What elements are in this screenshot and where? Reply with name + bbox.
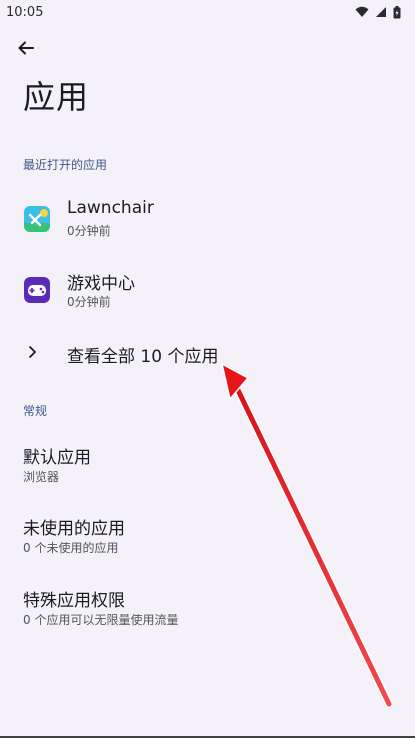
wifi-icon	[355, 6, 369, 17]
app-name: Lawnchair	[67, 198, 154, 218]
general-header: 常规	[23, 404, 48, 418]
app-last-used: 0分钟前	[67, 295, 111, 309]
battery-icon	[393, 5, 401, 18]
item-title: 未使用的应用	[23, 519, 125, 539]
lawnchair-icon	[24, 206, 50, 232]
page-title: 应用	[23, 78, 90, 116]
default-apps-item[interactable]: 默认应用 浏览器	[0, 443, 415, 499]
item-subtitle: 浏览器	[23, 470, 60, 484]
item-subtitle: 0 个应用可以无限量使用流量	[23, 613, 179, 627]
chevron-right-icon	[29, 346, 36, 358]
status-icons	[355, 5, 401, 19]
special-app-access-item[interactable]: 特殊应用权限 0 个应用可以无限量使用流量	[0, 586, 415, 642]
back-button[interactable]	[14, 36, 38, 60]
cellular-signal-icon	[376, 7, 386, 17]
recent-apps-header: 最近打开的应用	[23, 158, 108, 172]
game-center-icon	[24, 277, 50, 303]
unused-apps-item[interactable]: 未使用的应用 0 个未使用的应用	[0, 514, 415, 570]
item-title: 特殊应用权限	[23, 591, 125, 611]
back-arrow-icon	[18, 41, 34, 55]
recent-app-game-center[interactable]: 游戏中心 0分钟前	[0, 269, 415, 329]
status-bar: 10:05	[0, 0, 415, 24]
recent-app-lawnchair[interactable]: Lawnchair 0分钟前	[0, 198, 415, 258]
see-all-apps-label: 查看全部 10 个应用	[67, 347, 219, 367]
item-subtitle: 0 个未使用的应用	[23, 541, 119, 555]
app-name: 游戏中心	[67, 274, 135, 294]
app-last-used: 0分钟前	[67, 224, 111, 238]
item-title: 默认应用	[23, 448, 91, 468]
see-all-apps-button[interactable]: 查看全部 10 个应用	[0, 336, 415, 372]
status-time: 10:05	[6, 4, 44, 20]
